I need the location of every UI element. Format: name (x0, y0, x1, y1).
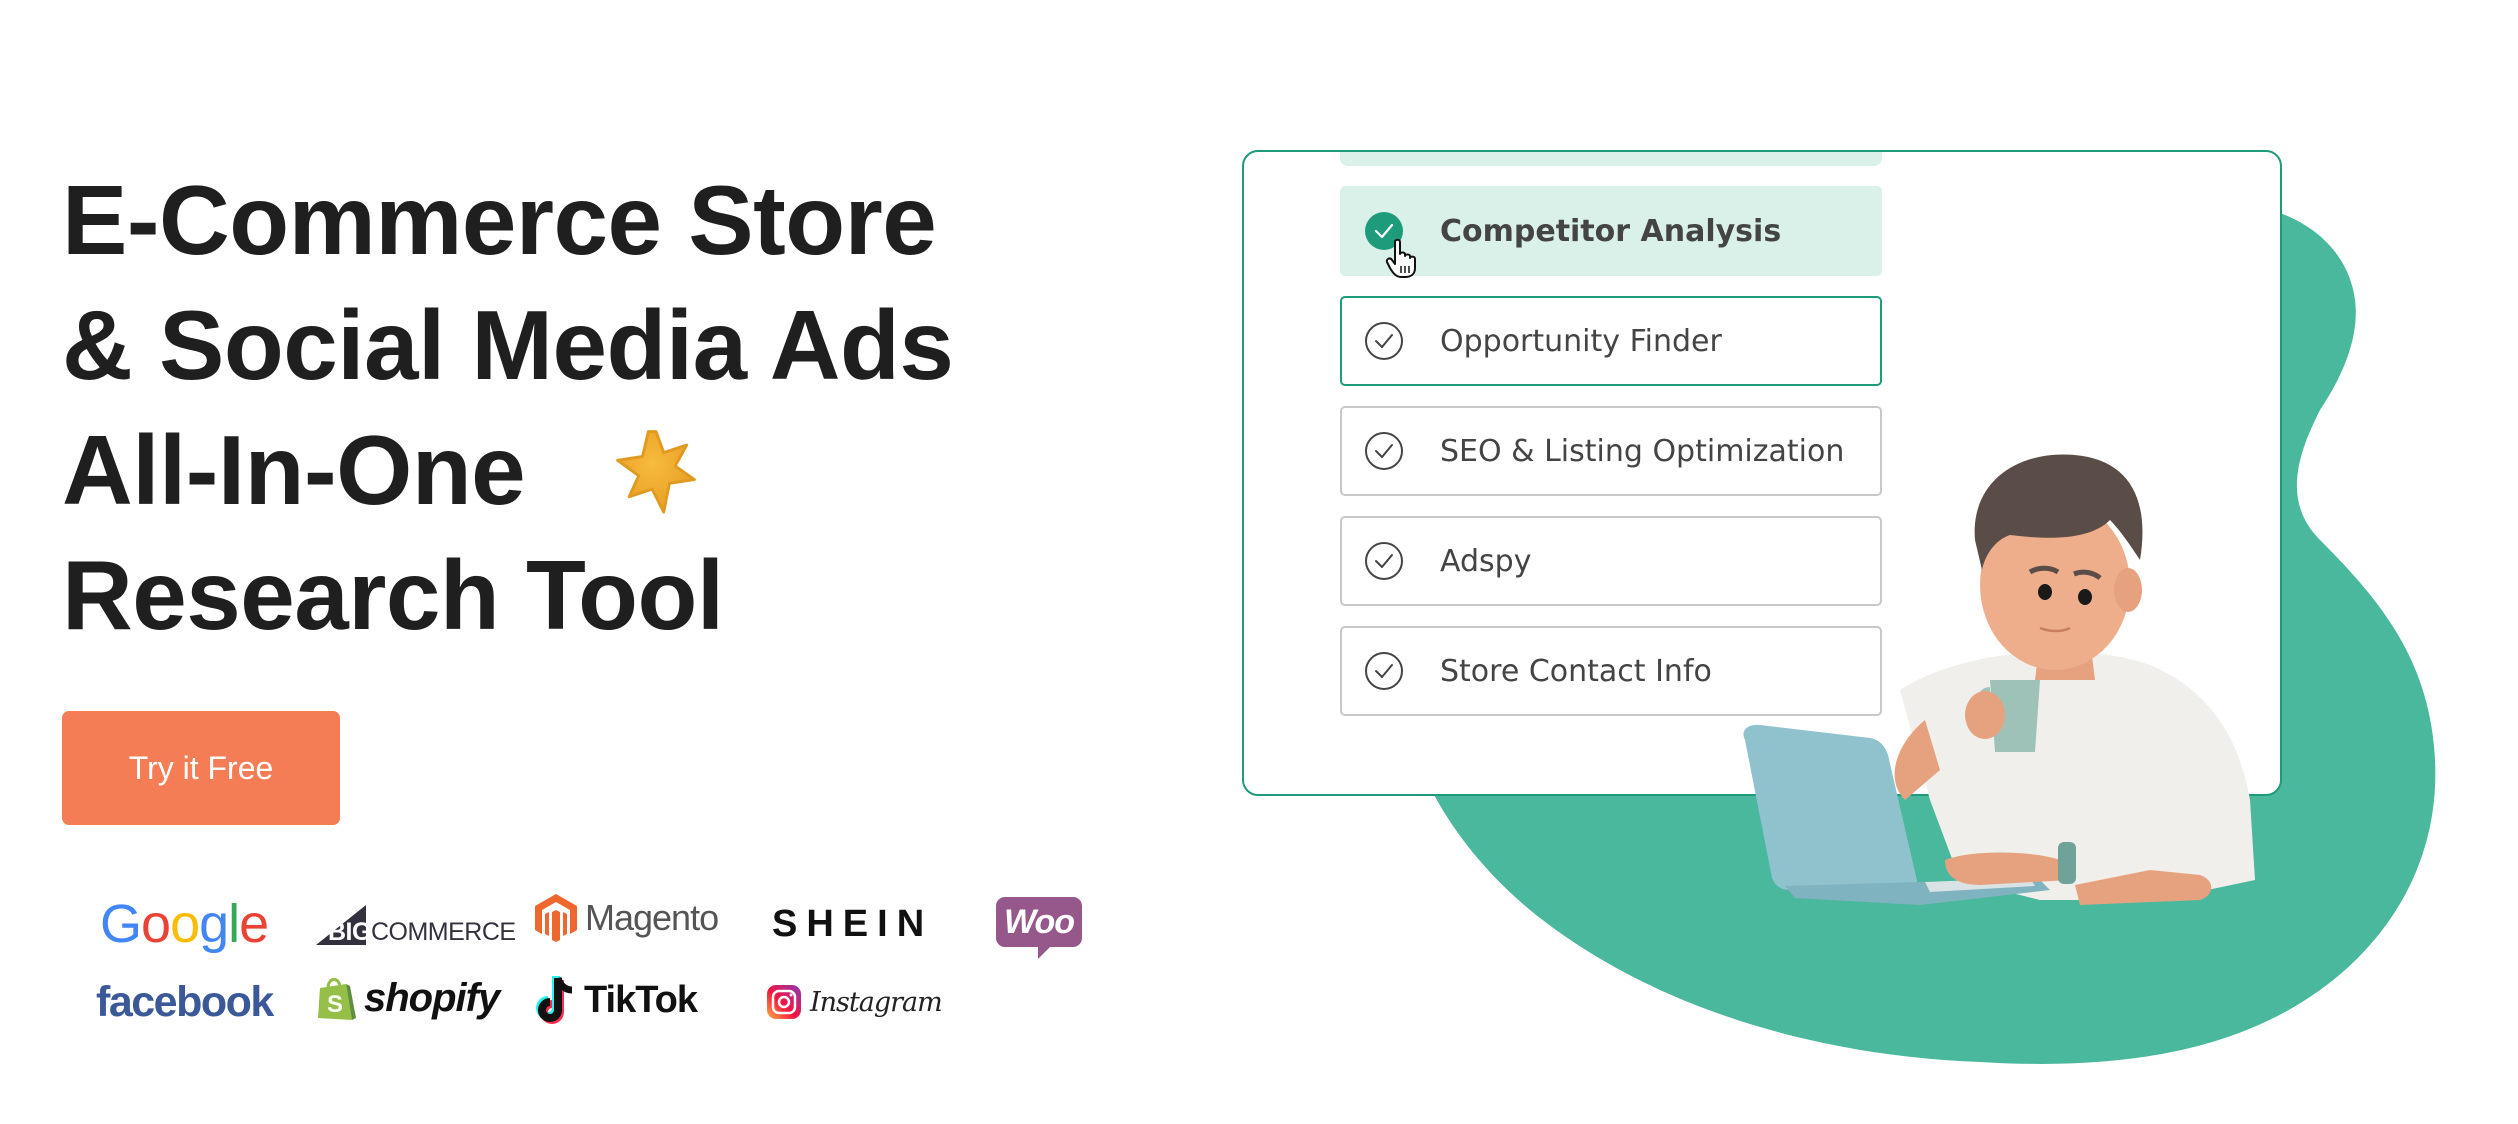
person-right-arm (2075, 870, 2212, 905)
feature-label: Competitor Analysis (1440, 213, 1782, 249)
hero-title-line-2: & Social Media Ads (62, 290, 954, 400)
magento-logo: Magento (535, 894, 719, 942)
laptop-base (1785, 880, 2050, 905)
feature-item-opportunity-finder[interactable]: Opportunity Finder (1340, 296, 1882, 386)
bigcommerce-commerce-text: COMMERCE (370, 917, 516, 946)
instagram-logo: Instagram (766, 984, 943, 1020)
magento-icon (535, 894, 577, 942)
magento-text: Magento (585, 897, 719, 938)
hero-title-line-3: All-In-One (62, 415, 526, 525)
bigcommerce-logo: BIGCOMMERCE (316, 905, 516, 946)
hand-pointer-cursor-icon (1385, 238, 1416, 278)
svg-text:S: S (327, 991, 343, 1018)
shopify-logo: S shopify (316, 974, 500, 1022)
check-circle-outline-icon (1365, 432, 1403, 470)
check-circle-outline-icon (1365, 322, 1403, 360)
feature-label: Store Contact Info (1440, 653, 1712, 689)
feature-item-adspy[interactable]: Adspy (1340, 516, 1882, 606)
feature-label: Opportunity Finder (1440, 323, 1722, 359)
bigcommerce-big-text: BIG (328, 917, 371, 946)
tiktok-note-icon (536, 976, 573, 1024)
watch-icon (2058, 842, 2076, 884)
check-circle-outline-icon (1365, 542, 1403, 580)
shopify-bag-icon: S (318, 978, 356, 1020)
feature-item-competitor-analysis[interactable]: Competitor Analysis (1340, 186, 1882, 276)
feature-item-store-contact-info[interactable]: Store Contact Info (1340, 626, 1882, 716)
facebook-logo: facebook (96, 978, 274, 1026)
feature-label: Adspy (1440, 543, 1532, 579)
feature-item-seo-listing-optimization[interactable]: SEO & Listing Optimization (1340, 406, 1882, 496)
check-circle-outline-icon (1365, 652, 1403, 690)
sparkle-star-icon (616, 430, 696, 514)
feature-label: SEO & Listing Optimization (1440, 433, 1845, 469)
feature-item-partial (1340, 152, 1882, 166)
shopify-text: shopify (364, 975, 500, 1020)
instagram-camera-icon (767, 985, 801, 1019)
tiktok-text: TikTok (584, 978, 698, 1021)
hero-title-line-1: E-Commerce Store (62, 165, 937, 275)
hero-title-line-4: Research Tool (62, 540, 724, 650)
hero-title: E-Commerce Store & Social Media Ads All-… (62, 158, 954, 658)
woo-text: Woo (996, 897, 1082, 959)
try-it-free-button[interactable]: Try it Free (62, 711, 340, 825)
shein-logo: SHEIN (772, 903, 934, 945)
instagram-text: Instagram (810, 986, 943, 1018)
tiktok-logo: TikTok (536, 974, 698, 1026)
woocommerce-logo: Woo (996, 897, 1082, 959)
google-logo: Google (100, 894, 269, 954)
